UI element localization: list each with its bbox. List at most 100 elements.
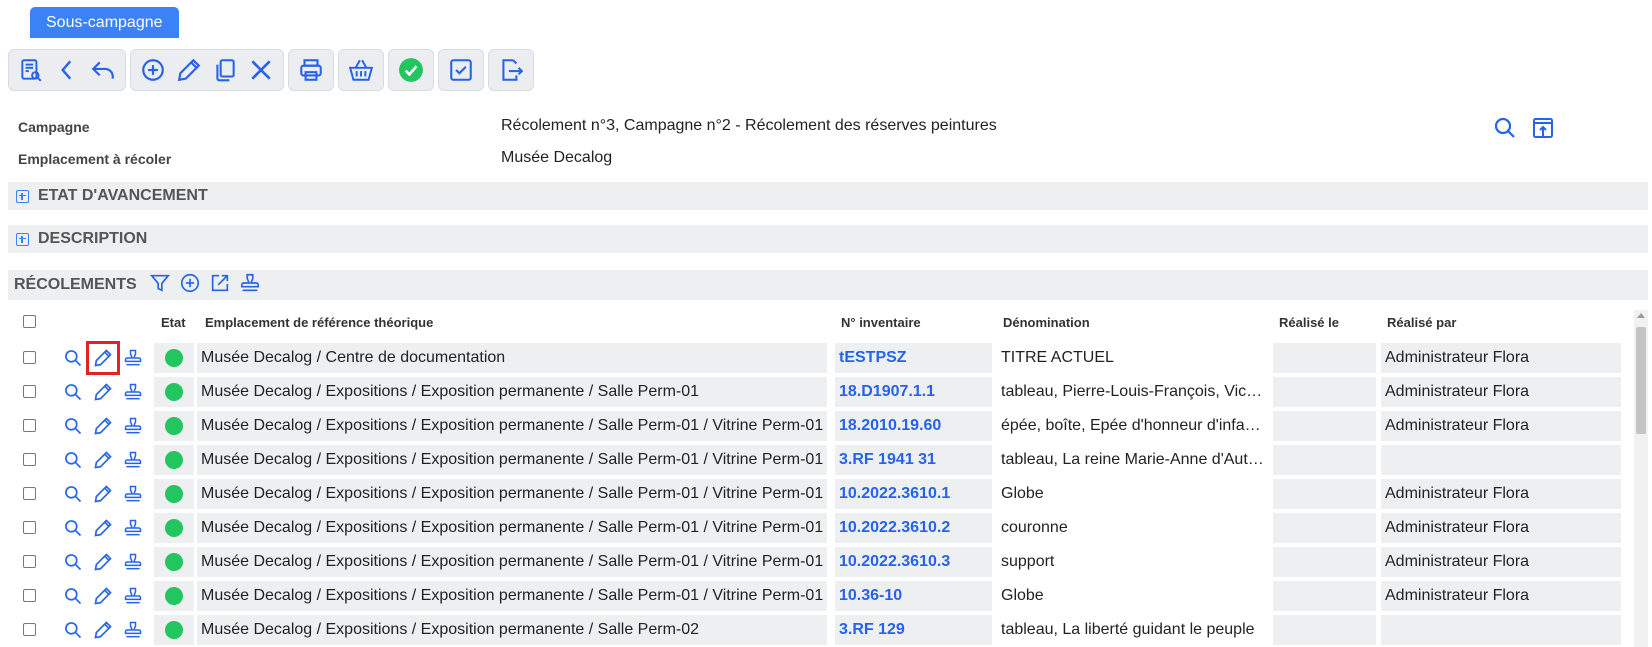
inventaire-link[interactable]: 3.RF 1941 31 [835,445,992,475]
stamp-icon[interactable] [121,448,145,472]
list-search-icon[interactable] [13,52,49,88]
view-search-icon[interactable] [61,618,85,642]
add-circle-icon[interactable] [135,52,171,88]
row-checkbox[interactable] [23,555,36,568]
view-search-icon[interactable] [61,482,85,506]
select-all-checkbox[interactable] [23,315,36,328]
inventaire-link[interactable]: tESTPSZ [835,343,992,373]
status-ok-dot [165,621,183,639]
open-window-icon[interactable] [1531,116,1555,144]
section-description[interactable]: DESCRIPTION [8,225,1648,253]
inventaire-link[interactable]: 10.2022.3610.3 [835,547,992,577]
section-etat-avancement[interactable]: ETAT D'AVANCEMENT [8,182,1648,210]
header-realise-par[interactable]: Réalisé par [1387,315,1456,330]
stamp-icon[interactable] [121,584,145,608]
expand-plus-icon[interactable] [16,232,29,246]
header-etat[interactable]: Etat [161,315,186,330]
table-row[interactable]: Musée Decalog / Expositions / Exposition… [0,375,1621,409]
stamp-icon[interactable] [121,618,145,642]
stamp-icon[interactable] [239,272,261,298]
table-row[interactable]: Musée Decalog / Centre de documentation t… [0,341,1621,375]
row-checkbox[interactable] [23,623,36,636]
edit-pencil-icon[interactable] [91,550,115,574]
row-checkbox[interactable] [23,521,36,534]
header-inventaire[interactable]: N° inventaire [841,315,921,330]
undo-icon[interactable] [85,52,121,88]
scrollbar[interactable] [1634,310,1648,647]
view-search-icon[interactable] [61,380,85,404]
table-row[interactable]: Musée Decalog / Expositions / Exposition… [0,579,1621,613]
stamp-icon[interactable] [121,482,145,506]
inventaire-link[interactable]: 18.D1907.1.1 [835,377,992,407]
view-search-icon[interactable] [61,516,85,540]
external-link-icon[interactable] [209,272,231,298]
back-chevron-icon[interactable] [49,52,85,88]
stamp-icon[interactable] [121,414,145,438]
header-realise-le[interactable]: Réalisé le [1279,315,1339,330]
add-circle-icon[interactable] [179,272,201,298]
edit-pencil-icon[interactable] [91,584,115,608]
copy-icon[interactable] [207,52,243,88]
realise-le-cell [1273,479,1376,509]
row-checkbox[interactable] [23,487,36,500]
edit-pencil-icon[interactable] [91,482,115,506]
header-emplacement[interactable]: Emplacement de référence théorique [205,315,433,330]
table-row[interactable]: Musée Decalog / Expositions / Exposition… [0,477,1621,511]
realise-le-cell [1273,547,1376,577]
filter-icon[interactable] [149,272,171,298]
status-cell [154,411,194,441]
table-row[interactable]: Musée Decalog / Expositions / Exposition… [0,511,1621,545]
edit-pencil-icon[interactable] [91,516,115,540]
emplacement-cell: Musée Decalog / Expositions / Exposition… [197,581,827,611]
inventaire-link[interactable]: 10.36-10 [835,581,992,611]
table-row[interactable]: Musée Decalog / Expositions / Exposition… [0,409,1621,443]
tab-sous-campagne[interactable]: Sous-campagne [30,7,179,38]
status-ok-dot [165,485,183,503]
inventaire-link[interactable]: 10.2022.3610.2 [835,513,992,543]
stamp-icon[interactable] [121,516,145,540]
toolbar-group-checkbox [438,49,484,91]
status-ok-dot [165,349,183,367]
row-checkbox[interactable] [23,589,36,602]
edit-pencil-icon[interactable] [91,618,115,642]
header-denomination[interactable]: Dénomination [1003,315,1090,330]
denomination-cell: tableau, La reine Marie-Anne d'Autriche [1001,451,1267,468]
stamp-icon[interactable] [121,550,145,574]
scroll-up-icon[interactable] [1637,313,1645,318]
table-row[interactable]: Musée Decalog / Expositions / Exposition… [0,613,1621,647]
row-checkbox[interactable] [23,385,36,398]
print-icon[interactable] [293,52,329,88]
stamp-icon[interactable] [121,346,145,370]
inventaire-link[interactable]: 18.2010.19.60 [835,411,992,441]
view-search-icon[interactable] [61,584,85,608]
emplacement-cell: Musée Decalog / Expositions / Exposition… [197,479,827,509]
inventaire-link[interactable]: 10.2022.3610.1 [835,479,992,509]
inventaire-link[interactable]: 3.RF 129 [835,615,992,645]
scrollbar-thumb[interactable] [1636,327,1646,434]
edit-pencil-icon[interactable] [86,341,120,375]
checkbox-icon[interactable] [443,52,479,88]
edit-pencil-icon[interactable] [91,380,115,404]
row-checkbox[interactable] [23,453,36,466]
table-row[interactable]: Musée Decalog / Expositions / Exposition… [0,545,1621,579]
view-search-icon[interactable] [61,414,85,438]
pencil-icon[interactable] [171,52,207,88]
delete-x-icon[interactable] [243,52,279,88]
edit-pencil-icon[interactable] [91,448,115,472]
row-checkbox[interactable] [23,351,36,364]
view-search-icon[interactable] [61,346,85,370]
edit-pencil-icon[interactable] [91,414,115,438]
validate-check-icon[interactable] [393,52,429,88]
status-cell [154,615,194,645]
search-icon[interactable] [1493,116,1517,144]
row-checkbox[interactable] [23,419,36,432]
table-row[interactable]: Musée Decalog / Expositions / Exposition… [0,443,1621,477]
stamp-icon[interactable] [121,380,145,404]
view-search-icon[interactable] [61,550,85,574]
expand-plus-icon[interactable] [16,189,29,203]
status-ok-dot [165,417,183,435]
view-search-icon[interactable] [61,448,85,472]
export-icon[interactable] [493,52,529,88]
basket-icon[interactable] [343,52,379,88]
realise-par-cell: Administrateur Flora [1381,479,1621,509]
